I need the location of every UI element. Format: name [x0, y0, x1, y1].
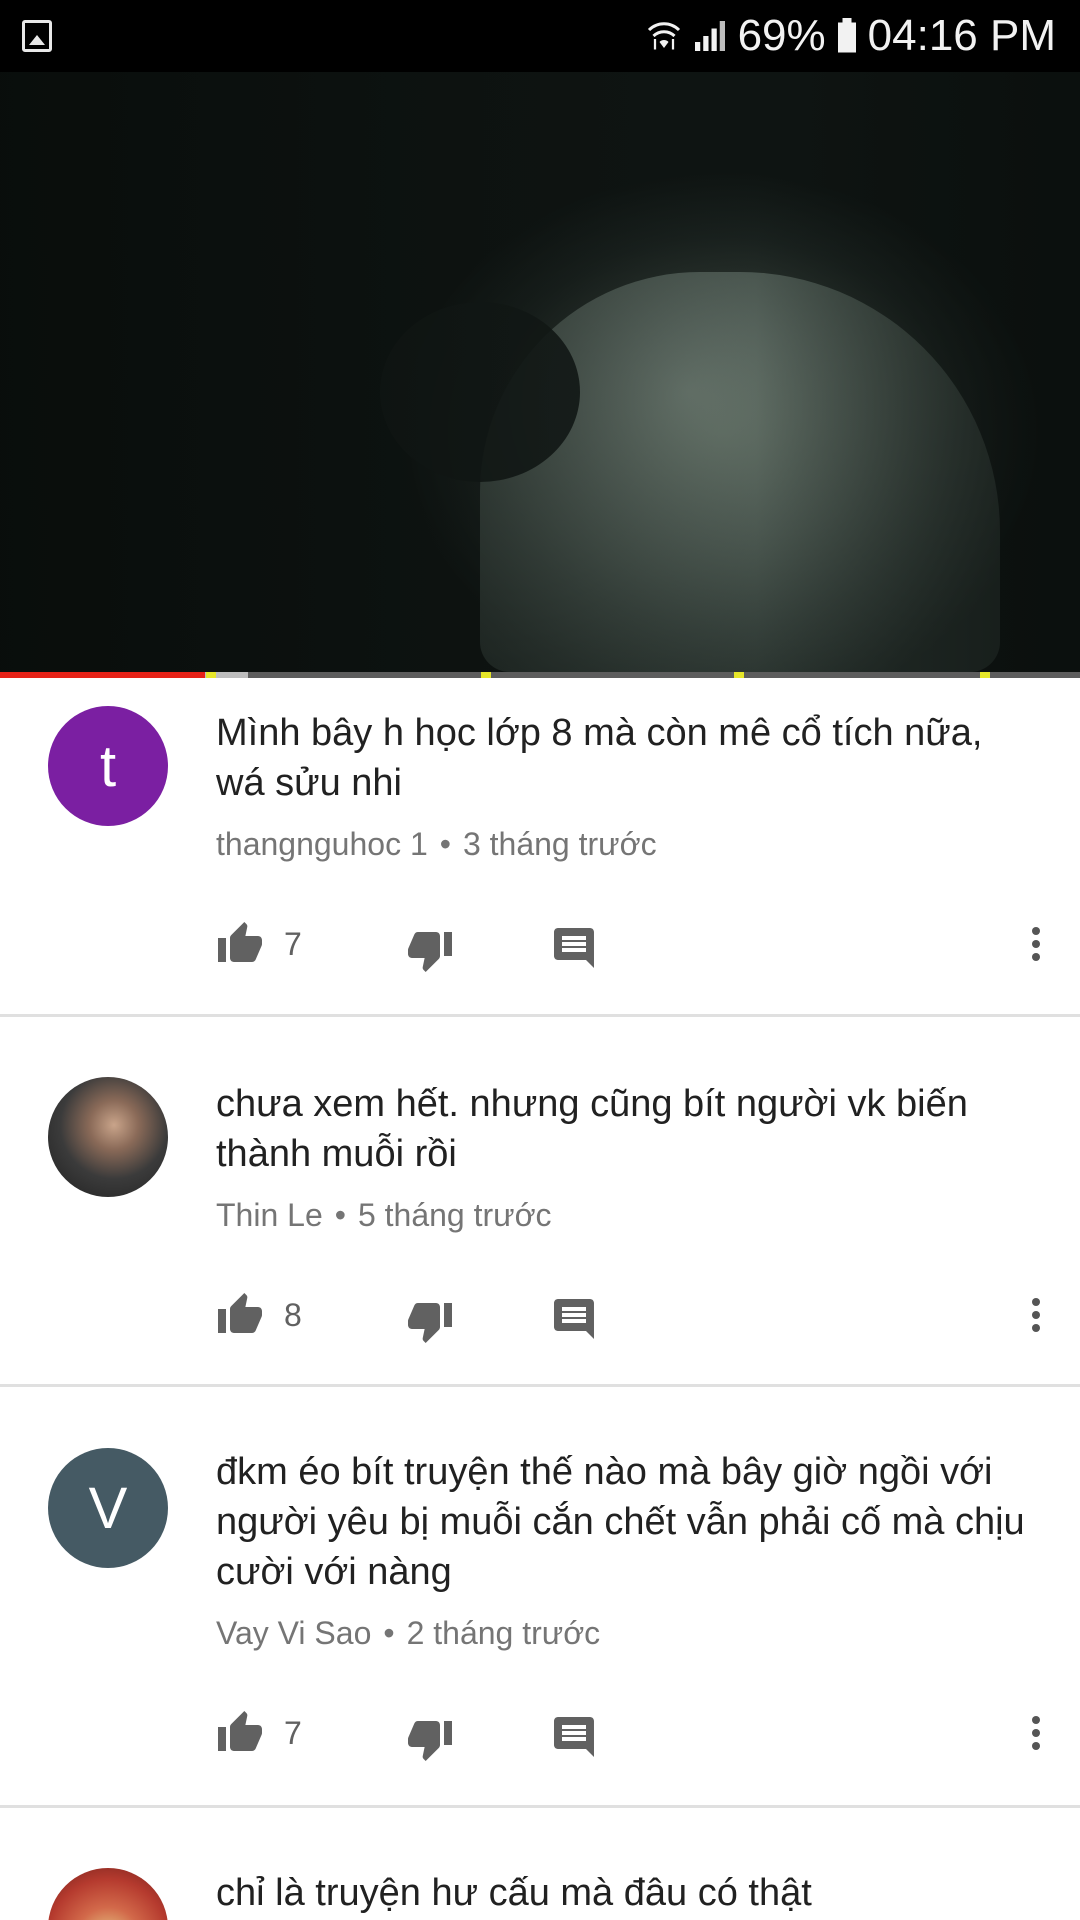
comment-icon	[554, 1299, 594, 1339]
comment-text: chỉ là truyện hư cấu mà đâu có thật	[216, 1872, 812, 1914]
battery-icon	[837, 18, 856, 53]
like-count: 7	[284, 1714, 302, 1751]
meta-separator: •	[334, 1197, 346, 1233]
dislike-button[interactable]	[406, 1709, 454, 1769]
comment-time: 5 tháng trước	[357, 1197, 552, 1233]
comment-actions: 7	[216, 914, 1056, 974]
clock: 04:16 PM	[867, 11, 1056, 60]
comment-author[interactable]: Thin Le	[216, 1197, 323, 1234]
battery-percent: 69%	[737, 11, 826, 60]
comment-meta: thangnguhoc 1 • 3 tháng trước	[216, 826, 657, 863]
avatar-letter: t	[99, 733, 117, 799]
comment-meta: Vay Vi Sao • 2 tháng trước	[216, 1615, 600, 1652]
comment-item: chưa xem hết. nhưng cũng bít người vk bi…	[0, 1017, 1080, 1384]
avatar[interactable]: V	[48, 1448, 168, 1568]
comment-item: chỉ là truyện hư cấu mà đâu có thật	[0, 1808, 1080, 1920]
comment-item: t Mình bây h học lớp 8 mà còn mê cổ tích…	[0, 678, 1080, 1014]
thumbs-down-icon	[408, 1721, 452, 1761]
comment-text: đkm éo bít truyện thế nào mà bây giờ ngồ…	[216, 1451, 1025, 1593]
comment-author[interactable]: thangnguhoc 1	[216, 826, 428, 863]
comment-author[interactable]: Vay Vi Sao	[216, 1615, 371, 1652]
like-count: 8	[284, 1296, 302, 1333]
meta-separator: •	[439, 826, 451, 862]
like-count: 7	[284, 925, 302, 962]
more-options-icon[interactable]	[1016, 1293, 1056, 1341]
avatar[interactable]	[48, 1077, 168, 1197]
comment-actions: 8	[216, 1285, 1056, 1345]
thumbs-down-icon	[408, 1303, 452, 1343]
like-button[interactable]: 7	[216, 1703, 302, 1763]
avatar[interactable]: t	[48, 706, 168, 826]
gallery-icon	[22, 20, 52, 52]
comment-time: 2 tháng trước	[406, 1615, 601, 1651]
more-options-icon[interactable]	[1016, 922, 1056, 970]
meta-separator: •	[383, 1615, 395, 1651]
comment-text: chưa xem hết. nhưng cũng bít người vk bi…	[216, 1083, 968, 1175]
thumbs-up-icon	[218, 1293, 262, 1333]
comment-meta: Thin Le • 5 tháng trước	[216, 1197, 552, 1234]
reply-button[interactable]	[550, 1707, 598, 1767]
thumbs-down-icon	[408, 932, 452, 972]
dislike-button[interactable]	[406, 1291, 454, 1351]
wifi-icon	[647, 22, 680, 50]
more-options-icon[interactable]	[1016, 1711, 1056, 1759]
comment-icon	[554, 928, 594, 968]
avatar[interactable]	[48, 1868, 168, 1920]
thumbs-up-icon	[218, 922, 262, 962]
dislike-button[interactable]	[406, 920, 454, 980]
like-button[interactable]: 7	[216, 914, 302, 974]
thumbs-up-icon	[218, 1711, 262, 1751]
comment-item: V đkm éo bít truyện thế nào mà bây giờ n…	[0, 1387, 1080, 1805]
signal-icon	[694, 21, 725, 51]
reply-button[interactable]	[550, 918, 598, 978]
like-button[interactable]: 8	[216, 1285, 302, 1345]
comment-time: 3 tháng trước	[462, 826, 657, 862]
status-indicators: 69% 04:16 PM	[646, 10, 1056, 62]
comment-text: Mình bây h học lớp 8 mà còn mê cổ tích n…	[216, 712, 983, 804]
video-player[interactable]	[0, 72, 1080, 672]
comment-icon	[554, 1717, 594, 1757]
status-bar: 69% 04:16 PM	[0, 0, 1080, 72]
reply-button[interactable]	[550, 1289, 598, 1349]
comment-actions: 7	[216, 1703, 1056, 1763]
video-frame-shade	[0, 72, 1080, 672]
avatar-letter: V	[88, 1475, 128, 1541]
